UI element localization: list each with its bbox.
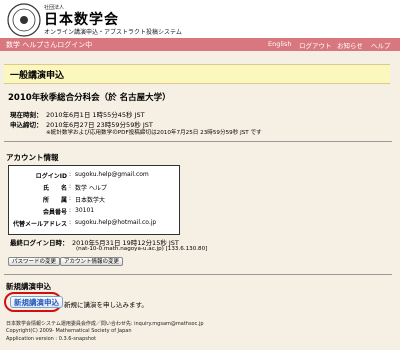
last-login-host: (nat-10-0.math.nagoya-u.ac.jp) [133.6.13… xyxy=(76,246,208,252)
page-title-bar: 一般講演申込 xyxy=(4,64,390,84)
conference-title: 2010年秋季総合分科会（於 名古屋大学） xyxy=(8,93,171,103)
login-id-label: ログインID xyxy=(35,173,67,180)
footer-contact: 日本数学会情報システム運用委員会作成／問い合わせ先: inquiry.mgsam… xyxy=(6,321,204,327)
org-name: 日本数学会 xyxy=(44,12,119,28)
colon: : xyxy=(69,171,72,178)
colon: : xyxy=(69,207,72,214)
name-value: 数学 ヘルプ xyxy=(75,185,107,192)
alt-email-value: sugoku.help@hotmail.co.jp xyxy=(75,219,157,226)
nav-link-english[interactable]: English xyxy=(268,40,291,48)
affiliation-label: 所 属 xyxy=(42,197,67,204)
section-divider xyxy=(4,141,392,142)
nav-link-help[interactable]: ヘルプ xyxy=(371,40,391,50)
change-password-button[interactable]: パスワードの変更 xyxy=(8,257,61,266)
deadline-label: 申込締切： xyxy=(10,121,43,129)
colon: : xyxy=(69,219,72,226)
colon: : xyxy=(69,183,72,190)
current-time-value: 2010年6月1日 1時55分45秒 JST xyxy=(46,111,145,119)
new-lecture-description: 新規に講演を申し込みます。 xyxy=(64,301,148,309)
footer-copyright: Copyright(C) 2009- Mathematical Society … xyxy=(6,328,132,334)
name-label: 氏 名 xyxy=(42,185,67,192)
last-login-label: 最終ログイン日時： xyxy=(10,239,69,247)
site-header: 社団法人 日本数学会 オンライン講演申込・アブストラクト投稿システム xyxy=(0,0,400,38)
nav-link-logout[interactable]: ログアウト xyxy=(299,40,332,50)
nav-link-news[interactable]: お知らせ xyxy=(337,40,363,50)
top-navbar: 数学 ヘルプさんログイン中 English ログアウト お知らせ ヘルプ xyxy=(0,38,400,51)
login-id-value: sugoku.help@gmail.com xyxy=(75,171,149,178)
current-time-label: 現在時刻： xyxy=(10,111,43,119)
colon: : xyxy=(69,195,72,202)
site-tagline: オンライン講演申込・アブストラクト投稿システム xyxy=(44,29,182,36)
account-info-box: ログインID : sugoku.help@gmail.com 氏 名 : 数学 … xyxy=(8,165,180,235)
page-title: 一般講演申込 xyxy=(10,71,65,81)
deadline-note: ※統計数学および応用数学のPDF投稿締切は2010年7月25日 23時59分59… xyxy=(46,130,262,136)
change-account-button[interactable]: アカウント情報の変更 xyxy=(60,257,124,266)
section-divider xyxy=(4,274,392,275)
member-number-label: 会員番号 xyxy=(42,209,67,216)
new-lecture-section-title: 新規講演申込 xyxy=(6,282,51,291)
logged-in-user: 数学 ヘルプさんログイン中 xyxy=(6,41,93,49)
account-section-title: アカウント情報 xyxy=(6,153,59,162)
new-lecture-button[interactable]: 新規講演申込 xyxy=(10,296,63,308)
alt-email-label: 代替メールアドレス xyxy=(12,221,67,228)
member-number-value: 30101 xyxy=(75,207,95,214)
affiliation-value: 日本数学大 xyxy=(75,197,106,204)
society-logo-icon xyxy=(7,3,41,37)
footer-version: Application version : 0.3.6-snapshot xyxy=(6,336,97,342)
